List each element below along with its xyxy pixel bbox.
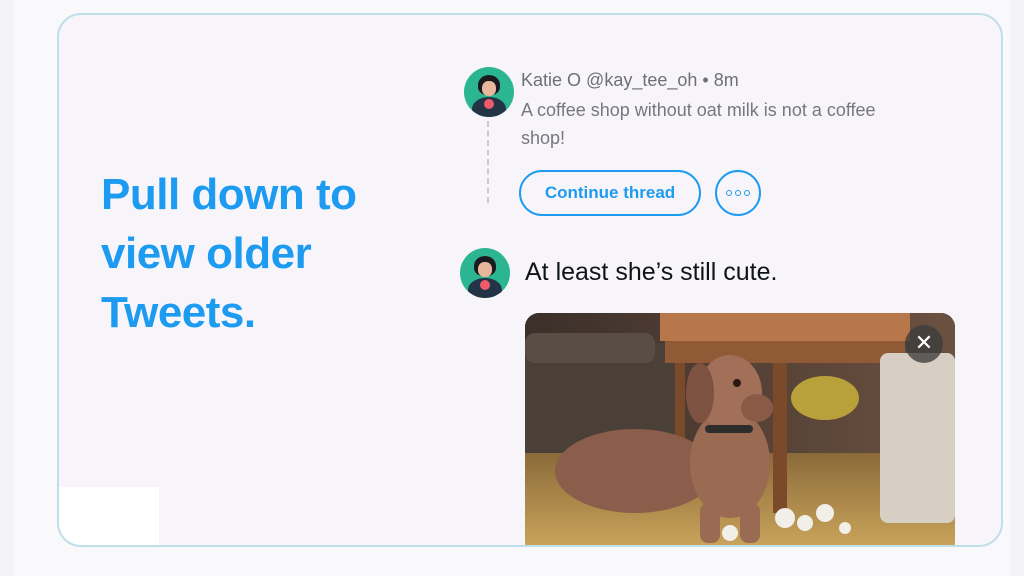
meta-separator: • [702,70,709,90]
tweet-time[interactable]: 8m [714,70,739,90]
avatar[interactable] [460,248,510,298]
pull-down-headline: Pull down to view older Tweets. [101,170,357,337]
author-name[interactable]: Katie O [521,70,581,90]
tutorial-card: Pull down to view older Tweets. Katie O … [57,13,1003,547]
thread-connector-line [487,121,489,203]
dog-photo-icon [525,313,955,545]
author-handle[interactable]: @kay_tee_oh [586,70,697,90]
tweet-media-photo[interactable]: ✕ [525,313,955,545]
tweet-meta: Katie O @kay_tee_oh • 8m [521,70,739,91]
more-dots-icon [726,190,750,196]
thread-tweet-text: A coffee shop without oat milk is not a … [521,100,876,148]
reply-tweet-text: At least she’s still cute. [525,258,778,286]
avatar[interactable] [464,67,514,117]
continue-thread-button[interactable]: Continue thread [519,170,701,216]
corner-patch [59,487,159,545]
app-background: Pull down to view older Tweets. Katie O … [14,0,1010,576]
more-options-button[interactable] [715,170,761,216]
remove-media-close-icon[interactable]: ✕ [905,325,943,363]
